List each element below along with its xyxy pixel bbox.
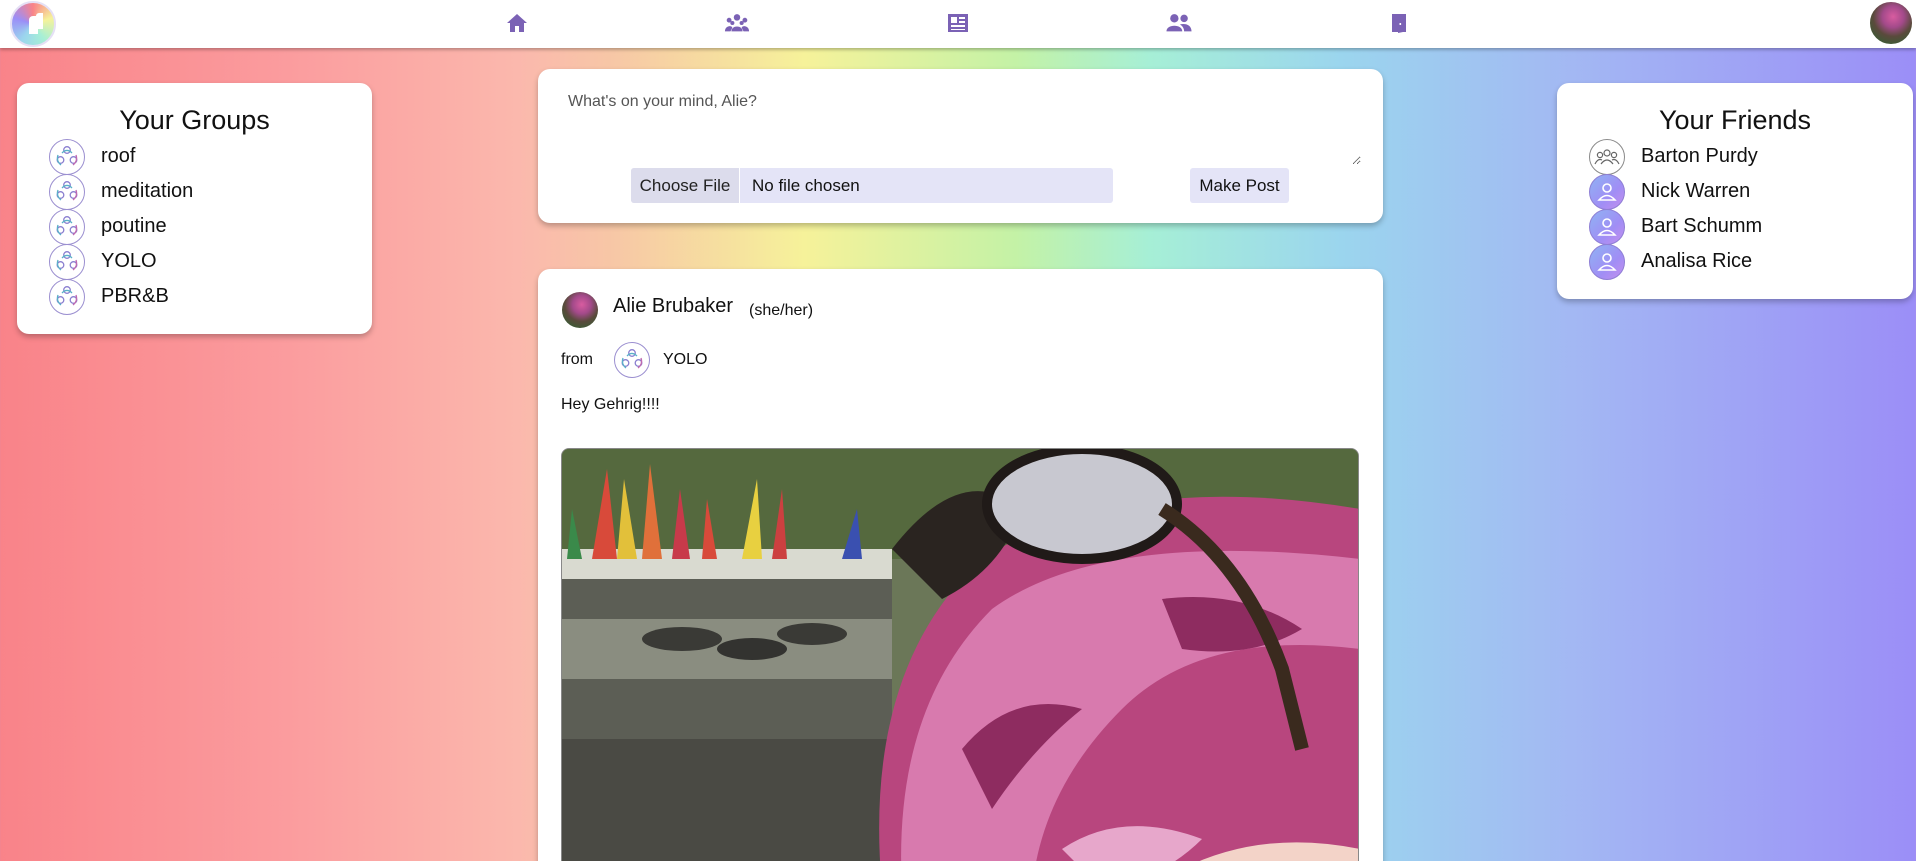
friends-card: Your Friends Barton Purdy Nick Warren Ba… — [1557, 83, 1913, 299]
group-label: meditation — [101, 180, 194, 202]
post-input[interactable] — [556, 83, 1361, 165]
friend-item[interactable]: Analisa Rice — [1589, 243, 1762, 280]
post-composer: Choose File No file chosen Make Post — [538, 69, 1383, 223]
friends-icon[interactable] — [1165, 10, 1193, 36]
home-icon[interactable] — [503, 10, 531, 36]
group-avatar-icon — [1589, 138, 1625, 175]
post-author-avatar[interactable] — [562, 292, 598, 328]
top-nav — [0, 0, 1916, 48]
user-avatar-icon — [1589, 173, 1625, 210]
group-label: poutine — [101, 215, 167, 237]
post-author-name[interactable]: Alie Brubaker — [613, 295, 733, 318]
group-icon — [49, 243, 85, 280]
groups-list: roof meditation poutine YOLO PBR&B — [49, 138, 194, 315]
choose-file-button[interactable]: Choose File — [631, 168, 740, 203]
groups-card: Your Groups roof meditation poutine YOLO — [17, 83, 372, 334]
group-item[interactable]: YOLO — [49, 243, 193, 280]
logout-icon[interactable] — [1386, 10, 1414, 36]
group-icon[interactable] — [614, 342, 650, 378]
group-icon — [49, 278, 85, 315]
friend-label: Analisa Rice — [1641, 250, 1753, 272]
friend-label: Bart Schumm — [1641, 215, 1763, 237]
file-status: No file chosen — [752, 175, 860, 195]
groups-title: Your Groups — [119, 105, 270, 135]
group-item[interactable]: PBR&B — [49, 278, 193, 315]
friend-item[interactable]: Nick Warren — [1589, 173, 1762, 210]
user-avatar-icon — [1589, 243, 1625, 280]
groups-icon[interactable] — [723, 10, 751, 36]
post-author-pronouns: (she/her) — [749, 302, 814, 319]
friend-label: Barton Purdy — [1641, 145, 1758, 167]
group-label: YOLO — [101, 250, 157, 272]
group-item[interactable]: meditation — [49, 173, 194, 210]
group-icon — [49, 173, 85, 210]
group-label: PBR&B — [101, 285, 169, 307]
friend-label: Nick Warren — [1641, 180, 1751, 202]
group-icon — [49, 208, 85, 245]
newsfeed-icon[interactable] — [944, 10, 972, 36]
post-card: Alie Brubaker (she/her) from YOLO Hey Ge… — [538, 269, 1383, 861]
post-image — [561, 448, 1359, 861]
make-post-button[interactable]: Make Post — [1190, 168, 1289, 203]
app-logo[interactable] — [10, 1, 56, 47]
friend-item[interactable]: Barton Purdy — [1589, 138, 1762, 175]
user-avatar[interactable] — [1868, 0, 1914, 46]
group-icon — [49, 138, 85, 175]
friends-title: Your Friends — [1658, 105, 1812, 135]
post-from-label: from — [561, 351, 593, 368]
user-avatar-icon — [1589, 208, 1625, 245]
post-text: Hey Gehrig!!!! — [561, 396, 660, 413]
friend-item[interactable]: Bart Schumm — [1589, 208, 1763, 245]
post-group-name[interactable]: YOLO — [663, 351, 707, 369]
group-item[interactable]: roof — [49, 138, 193, 175]
file-input[interactable]: Choose File No file chosen — [631, 168, 1113, 203]
group-item[interactable]: poutine — [49, 208, 193, 245]
group-label: roof — [101, 145, 136, 167]
friends-list: Barton Purdy Nick Warren Bart Schumm Ana… — [1589, 138, 1763, 280]
